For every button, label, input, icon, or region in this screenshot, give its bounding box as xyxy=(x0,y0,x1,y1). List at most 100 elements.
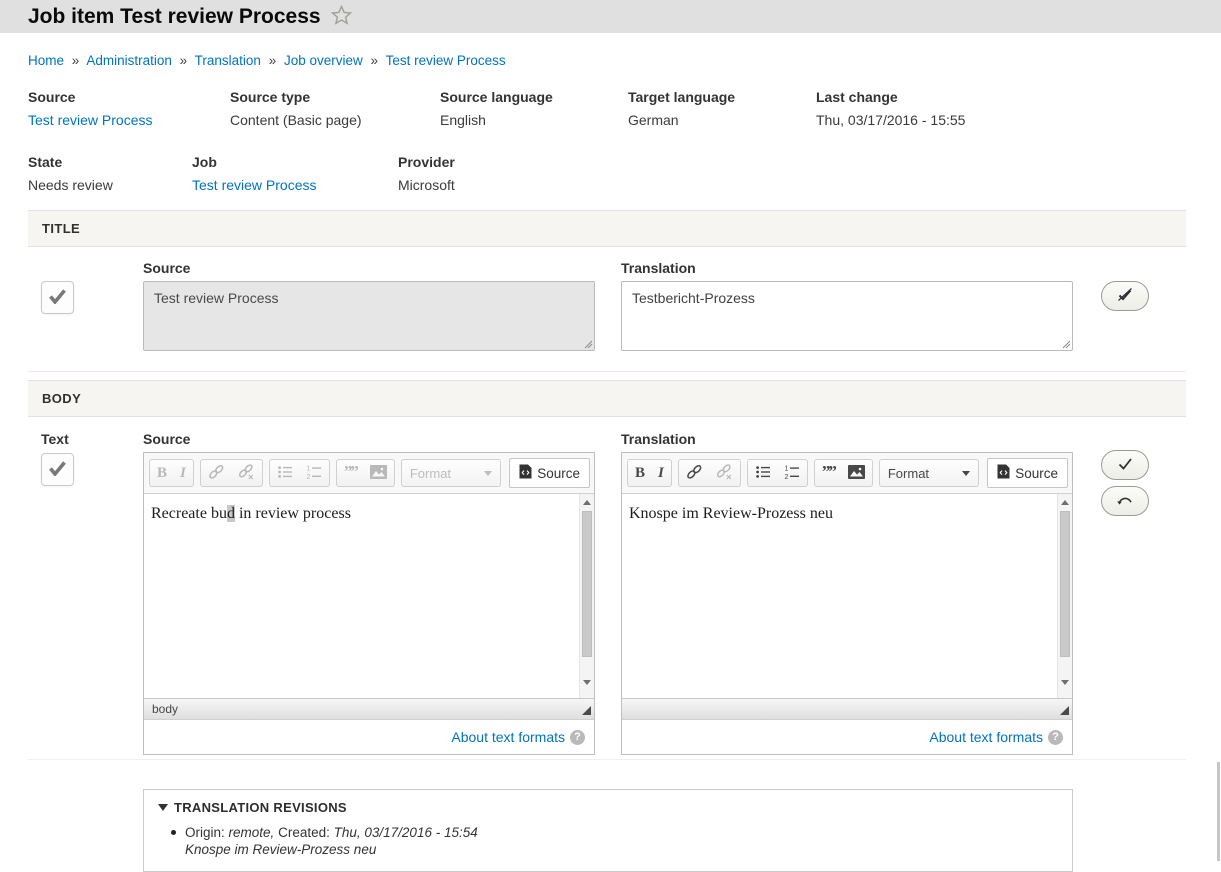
source-text: Recreate bud in review process xyxy=(144,494,594,533)
title-translation-textarea[interactable]: Testbericht-Prozess xyxy=(621,281,1073,351)
view-source-button[interactable]: Source xyxy=(509,458,590,488)
title-source-label: Source xyxy=(143,260,595,276)
page-scrollbar-thumb[interactable] xyxy=(1217,762,1220,861)
view-source-label: Source xyxy=(537,466,580,481)
translation-editor-content[interactable]: Knospe im Review-Prozess neu xyxy=(622,494,1072,698)
bold-button: B xyxy=(157,465,167,482)
breadcrumb: Home » Administration » Translation » Jo… xyxy=(28,53,1193,68)
scrollbar-thumb[interactable] xyxy=(1060,511,1070,657)
bold-button[interactable]: B xyxy=(635,465,645,482)
body-revert-button[interactable] xyxy=(1101,486,1149,516)
info-source: Source Test review Process xyxy=(28,89,230,128)
breadcrumb-separator: » xyxy=(269,53,277,68)
breadcrumb-administration[interactable]: Administration xyxy=(86,53,172,68)
undo-arc-icon xyxy=(1116,494,1134,509)
divider xyxy=(28,371,1186,372)
link-button xyxy=(208,464,225,483)
title-translation-label: Translation xyxy=(621,260,1073,276)
link-button[interactable] xyxy=(686,464,703,483)
translation-editor-wrapper: B I 12 ”” Format xyxy=(621,452,1073,755)
body-source-label: Source xyxy=(143,431,595,447)
italic-icon: I xyxy=(180,465,186,482)
job-item-info: Source Test review Process Source type C… xyxy=(28,89,1193,193)
breadcrumb-current[interactable]: Test review Process xyxy=(386,53,506,68)
unlink-icon xyxy=(716,464,733,483)
origin-label: Origin: xyxy=(185,825,225,840)
blockquote-icon: ”” xyxy=(344,467,357,480)
scrollbar-thumb[interactable] xyxy=(582,511,592,657)
source-link[interactable]: Test review Process xyxy=(28,112,152,128)
bold-icon: B xyxy=(157,465,167,482)
info-provider: Provider Microsoft xyxy=(398,154,455,193)
italic-button: I xyxy=(180,465,186,482)
info-label: Source type xyxy=(230,89,440,105)
info-label: Source language xyxy=(440,89,628,105)
body-approved-checkbox[interactable] xyxy=(41,453,74,486)
format-select-label: Format xyxy=(410,466,451,481)
source-editor-content: Recreate bud in review process xyxy=(144,494,594,698)
source-editor-path-bar: body xyxy=(144,698,594,720)
bulleted-list-button[interactable] xyxy=(755,464,771,483)
bookmark-star-icon[interactable] xyxy=(331,5,352,28)
format-select[interactable]: Format xyxy=(879,459,979,487)
editor-resize-handle[interactable] xyxy=(582,706,591,715)
about-text-formats-link[interactable]: About text formats xyxy=(451,729,565,745)
translation-editor-scrollbar[interactable] xyxy=(1057,494,1072,698)
link-icon xyxy=(686,464,703,483)
check-icon xyxy=(48,289,67,307)
title-field-row: Source Test review Process Translation T… xyxy=(28,260,1221,354)
editor-resize-handle[interactable] xyxy=(1060,706,1069,715)
info-target-language: Target language German xyxy=(628,89,816,128)
breadcrumb-separator: » xyxy=(72,53,80,68)
created-value: Thu, 03/17/2016 - 15:54 xyxy=(334,825,478,840)
status-value: Needs review xyxy=(28,177,192,193)
source-text-before: Recreate bu xyxy=(151,505,227,522)
numbered-list-button[interactable]: 12 xyxy=(784,464,800,483)
bulleted-list-icon xyxy=(755,464,771,483)
translation-revisions-title: TRANSLATION REVISIONS xyxy=(174,800,347,815)
page-title: Job item Test review Process xyxy=(28,5,321,29)
chevron-down-icon xyxy=(484,471,492,476)
scroll-down-icon[interactable] xyxy=(1061,680,1069,685)
view-source-button[interactable]: Source xyxy=(987,458,1068,488)
check-icon xyxy=(48,461,67,479)
info-value: English xyxy=(440,112,628,128)
format-select-label: Format xyxy=(888,466,929,481)
breadcrumb-translation[interactable]: Translation xyxy=(195,53,261,68)
body-approve-button[interactable] xyxy=(1101,450,1149,480)
body-field-row: Text Source B I 12 xyxy=(28,431,1221,755)
bullet-icon xyxy=(171,830,176,835)
image-button xyxy=(370,465,387,482)
translation-text[interactable]: Knospe im Review-Prozess neu xyxy=(622,494,1072,533)
info-source-language: Source language English xyxy=(440,89,628,128)
check-slash-icon xyxy=(1115,286,1135,306)
breadcrumb-home[interactable]: Home xyxy=(28,53,64,68)
svg-text:1: 1 xyxy=(306,465,310,472)
help-icon[interactable]: ? xyxy=(570,730,585,745)
italic-icon: I xyxy=(658,465,664,482)
translation-revisions-legend[interactable]: TRANSLATION REVISIONS xyxy=(158,800,1058,815)
scroll-down-icon[interactable] xyxy=(583,680,591,685)
info-state: State Needs review xyxy=(28,154,192,193)
job-link[interactable]: Test review Process xyxy=(192,177,316,193)
element-path-label: body xyxy=(152,702,178,716)
source-about-row: About text formats ? xyxy=(144,720,594,754)
numbered-list-icon: 12 xyxy=(784,464,800,483)
scroll-up-icon[interactable] xyxy=(583,500,591,505)
body-field-label: Text xyxy=(41,431,143,447)
blockquote-button[interactable]: ”” xyxy=(822,467,835,480)
info-label: Provider xyxy=(398,154,455,170)
image-icon xyxy=(848,465,865,482)
breadcrumb-job-overview[interactable]: Job overview xyxy=(284,53,363,68)
title-approved-checkbox[interactable] xyxy=(41,281,74,314)
title-finish-review-button[interactable] xyxy=(1101,281,1149,311)
image-button[interactable] xyxy=(848,465,865,482)
scroll-up-icon[interactable] xyxy=(1061,500,1069,505)
chevron-down-icon xyxy=(962,471,970,476)
source-editor-scrollbar[interactable] xyxy=(579,494,594,698)
translation-editor-path-bar xyxy=(622,698,1072,720)
italic-button[interactable]: I xyxy=(658,465,664,482)
help-icon[interactable]: ? xyxy=(1048,730,1063,745)
about-text-formats-link[interactable]: About text formats xyxy=(929,729,1043,745)
source-code-icon xyxy=(519,464,532,482)
